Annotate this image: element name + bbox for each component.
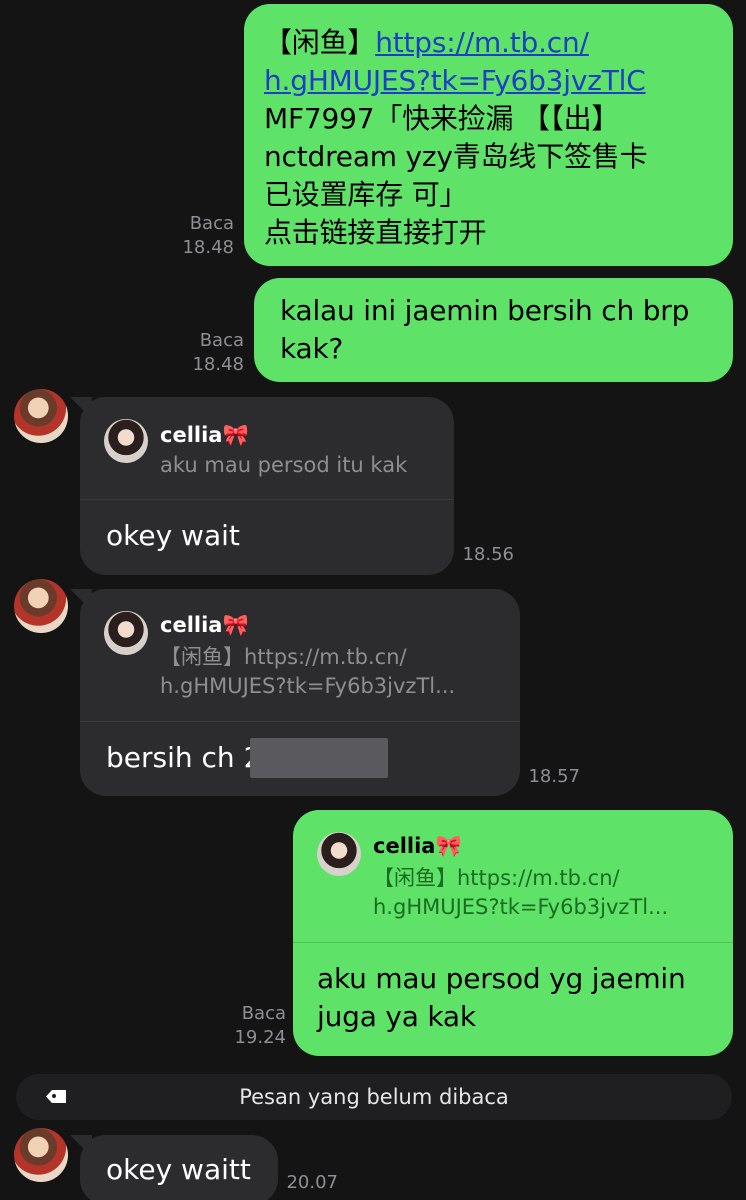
quoted-sender-avatar [317,832,361,876]
message-time: 18.56 [462,544,514,565]
message-link-continued[interactable]: h.gHMUJES?tk=Fy6b3jvzTlC [264,62,647,100]
message-line: nctdream yzy青岛线下签售卡 [264,140,648,173]
quoted-sender-avatar [104,611,148,655]
incoming-message-bubble[interactable]: cellia🎀 【闲鱼】https://m.tb.cn/ h.gHMUJES?t… [70,589,520,796]
link-prefix: 【闲鱼】 [264,26,376,59]
quoted-message-snippet: aku mau persod itu kak [160,453,408,477]
bow-emoji: 🎀 [222,613,249,637]
incoming-message-bubble[interactable]: cellia🎀 aku mau persod itu kak okey wait [70,397,454,575]
quoted-message-snippet: 【闲鱼】https://m.tb.cn/ h.gHMUJES?tk=Fy6b3j… [373,866,669,919]
message-link[interactable]: https://m.tb.cn/ [375,26,589,59]
message-line: aku mau persod yg jaemin [317,962,686,995]
bubble-tail [70,397,92,419]
message-text: kalau ini jaemin bersih ch brp kak? [280,292,689,368]
read-status: Baca 19.24 [222,1002,286,1050]
outgoing-message-bubble[interactable]: 【闲鱼】https://m.tb.cn/ h.gHMUJES?tk=Fy6b3j… [244,4,733,266]
unread-messages-label: Pesan yang belum dibaca [239,1085,509,1109]
redaction-block [250,738,388,778]
quoted-message-snippet: 【闲鱼】https://m.tb.cn/ h.gHMUJES?tk=Fy6b3j… [160,645,456,698]
bow-emoji: 🎀 [435,834,462,858]
message-line: juga ya kak [317,1000,476,1033]
sender-avatar[interactable] [14,1128,68,1182]
message-text: okey wait [106,519,240,552]
message-text: okey waitt [106,1153,251,1186]
message-time: 19.24 [234,1027,286,1048]
message-line: 已设置库存 可」 [264,178,468,211]
message-line: kak? [280,332,344,365]
read-label: Baca [199,330,244,351]
read-label: Baca [241,1003,286,1024]
reply-divider [293,942,733,943]
message-time: 20.07 [286,1172,338,1193]
sender-avatar[interactable] [14,579,68,633]
quoted-sender-name: cellia🎀 [160,613,249,637]
outgoing-message-bubble[interactable]: kalau ini jaemin bersih ch brp kak? [254,278,733,382]
message-line: kalau ini jaemin bersih ch brp [280,294,690,327]
bubble-tail [70,1135,92,1157]
message-time: 18.48 [182,237,234,258]
quoted-sender-name: cellia🎀 [160,423,249,447]
message-text: aku mau persod yg jaemin juga ya kak [317,960,686,1036]
read-status: Baca 18.48 [170,212,234,260]
sender-avatar[interactable] [14,389,68,443]
reply-divider [80,499,454,500]
bow-emoji: 🎀 [222,423,249,447]
quoted-sender-name: cellia🎀 [373,834,462,858]
message-time: 18.48 [192,354,244,375]
read-status: Baca 18.48 [180,329,244,377]
quoted-sender-avatar [104,419,148,463]
outgoing-message-bubble[interactable]: cellia🎀 【闲鱼】https://m.tb.cn/ h.gHMUJES?t… [293,810,733,1056]
message-line: MF7997「快来捡漏 【【出】 [264,102,620,135]
read-label: Baca [189,213,234,234]
message-line: 点击链接直接打开 [264,216,487,249]
message-text: 【闲鱼】https://m.tb.cn/ h.gHMUJES?tk=Fy6b3j… [264,24,648,252]
bubble-tail [70,589,92,611]
message-time: 18.57 [528,766,580,787]
incoming-message-bubble[interactable]: okey waitt [70,1135,278,1200]
unread-messages-divider: Pesan yang belum dibaca [16,1074,732,1120]
message-text: bersih ch 2 [106,741,262,774]
reply-divider [80,721,520,722]
